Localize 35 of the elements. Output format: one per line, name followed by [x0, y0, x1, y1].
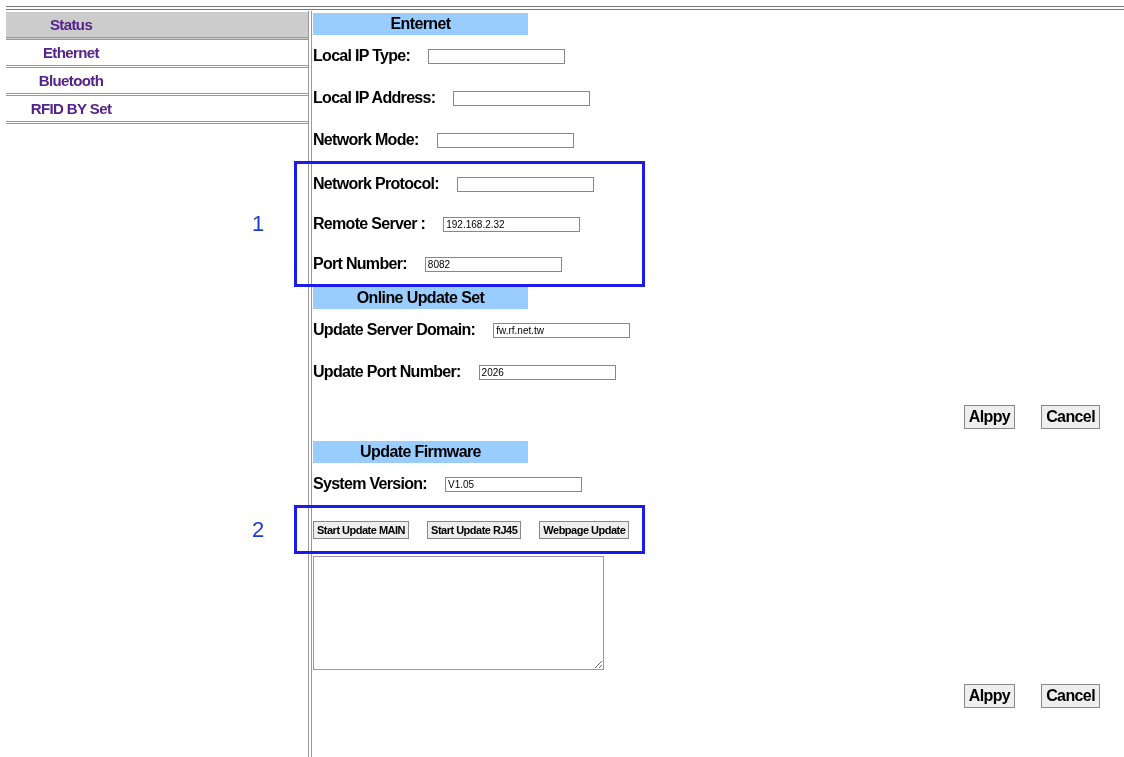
sidebar-item[interactable]: Ethernet: [6, 40, 308, 68]
input-field[interactable]: [456, 176, 594, 192]
callout-number: 2: [252, 516, 265, 543]
field-label: Network Mode:: [313, 131, 419, 149]
log-textarea[interactable]: [313, 556, 604, 670]
input-field[interactable]: [453, 90, 591, 106]
sidebar-item[interactable]: Status: [6, 12, 308, 40]
action-button[interactable]: Cancel: [1041, 405, 1100, 429]
field-label: Port Number:: [313, 255, 407, 273]
update-button[interactable]: Webpage Update: [539, 520, 630, 539]
field-label: Local IP Type:: [313, 47, 411, 65]
field-label: Local IP Address:: [313, 89, 436, 107]
sidebar-item[interactable]: RFID BY Set: [6, 96, 308, 124]
action-button[interactable]: Alppy: [963, 405, 1016, 429]
section-header: Enternet: [313, 13, 528, 35]
section-header: Online Update Set: [313, 287, 528, 309]
input-field[interactable]: fw.rf.net.tw: [493, 322, 631, 338]
field-label: System Version:: [313, 475, 427, 493]
input-field[interactable]: 8082: [424, 256, 562, 272]
action-button[interactable]: Alppy: [963, 684, 1016, 708]
field-label: Update Port Number:: [313, 363, 461, 381]
input-field[interactable]: 2026: [478, 364, 616, 380]
section-header: Update Firmware: [313, 441, 528, 463]
callout-number: 1: [252, 211, 265, 237]
field-label: Update Server Domain:: [313, 321, 476, 339]
sidebar-item[interactable]: Bluetooth: [6, 68, 308, 96]
input-field[interactable]: [436, 132, 574, 148]
update-button[interactable]: Start Update MAIN: [313, 520, 410, 539]
field-label: Network Protocol:: [313, 175, 439, 193]
input-field[interactable]: [428, 48, 566, 64]
field-label: Remote Server :: [313, 215, 426, 233]
update-button[interactable]: Start Update RJ45: [427, 520, 522, 539]
input-field[interactable]: 192.168.2.32: [443, 216, 581, 232]
input-field[interactable]: V1.05: [445, 476, 582, 492]
action-button[interactable]: Cancel: [1041, 684, 1100, 708]
